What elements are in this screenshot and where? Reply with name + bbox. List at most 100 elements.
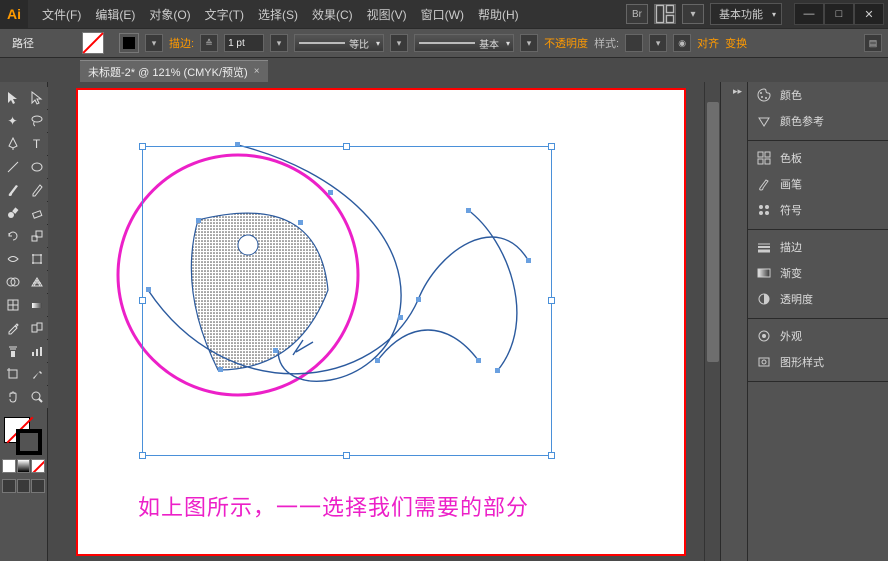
- close-button[interactable]: ✕: [854, 3, 884, 25]
- eraser-tool[interactable]: [25, 202, 48, 224]
- handle-se[interactable]: [548, 452, 555, 459]
- menu-view[interactable]: 视图(V): [361, 2, 413, 27]
- panel-graphic-styles[interactable]: 图形样式: [748, 349, 888, 375]
- arrange-docs-button[interactable]: [654, 4, 676, 24]
- eyedropper-tool[interactable]: [1, 317, 24, 339]
- artboard-tool[interactable]: [1, 363, 24, 385]
- brush-def-menu[interactable]: ▾: [390, 34, 408, 52]
- menu-effect[interactable]: 效果(C): [306, 2, 359, 27]
- perspective-grid-tool[interactable]: [25, 271, 48, 293]
- document-tab-close[interactable]: ×: [254, 66, 260, 77]
- panel-label: 渐变: [780, 265, 802, 281]
- handle-sw[interactable]: [139, 452, 146, 459]
- bridge-button[interactable]: Br: [626, 4, 648, 24]
- handle-ne[interactable]: [548, 143, 555, 150]
- opacity-label[interactable]: 不透明度: [544, 35, 588, 51]
- menu-type[interactable]: 文字(T): [199, 2, 250, 27]
- line-tool[interactable]: [1, 156, 24, 178]
- symbol-sprayer-tool[interactable]: [1, 340, 24, 362]
- control-bar-menu[interactable]: ▤: [864, 34, 882, 52]
- rectangle-tool[interactable]: [25, 156, 48, 178]
- dock-collapse-arrow[interactable]: ▸▸: [733, 86, 742, 97]
- panel-label: 画笔: [780, 176, 802, 192]
- mesh-tool[interactable]: [1, 294, 24, 316]
- scale-tool[interactable]: [25, 225, 48, 247]
- stroke-swatch[interactable]: [119, 33, 139, 53]
- panel-transparency[interactable]: 透明度: [748, 286, 888, 312]
- rotate-tool[interactable]: [1, 225, 24, 247]
- color-mode-solid[interactable]: [2, 459, 16, 473]
- menu-select[interactable]: 选择(S): [252, 2, 304, 27]
- panel-brushes[interactable]: 画笔: [748, 171, 888, 197]
- direct-selection-tool[interactable]: [25, 87, 48, 109]
- align-label[interactable]: 对齐: [697, 35, 719, 51]
- menu-window[interactable]: 窗口(W): [415, 2, 470, 27]
- draw-behind[interactable]: [17, 479, 31, 493]
- draw-normal[interactable]: [2, 479, 16, 493]
- document-tab[interactable]: 未标题-2* @ 121% (CMYK/预览) ×: [80, 60, 268, 82]
- handle-n[interactable]: [343, 143, 350, 150]
- column-graph-tool[interactable]: [25, 340, 48, 362]
- stroke-link-icon[interactable]: ≙: [200, 34, 218, 52]
- brush-dd[interactable]: ▾: [520, 34, 538, 52]
- free-transform-tool[interactable]: [25, 248, 48, 270]
- transform-label[interactable]: 变换: [725, 35, 747, 51]
- color-mode-none[interactable]: [31, 459, 45, 473]
- workspace-switcher[interactable]: 基本功能: [710, 3, 782, 25]
- zoom-tool[interactable]: [25, 386, 48, 408]
- hand-tool[interactable]: [1, 386, 24, 408]
- slice-tool[interactable]: [25, 363, 48, 385]
- canvas[interactable]: 如上图所示，一一选择我们需要的部分: [48, 82, 720, 561]
- style-dd[interactable]: ▾: [649, 34, 667, 52]
- stroke-indicator[interactable]: [16, 429, 42, 455]
- handle-w[interactable]: [139, 297, 146, 304]
- shape-builder-tool[interactable]: [1, 271, 24, 293]
- document-tab-title: 未标题-2* @ 121% (CMYK/预览): [88, 64, 248, 80]
- menu-help[interactable]: 帮助(H): [472, 2, 525, 27]
- panel-stroke[interactable]: 描边: [748, 234, 888, 260]
- panel-color[interactable]: 颜色: [748, 82, 888, 108]
- panel-swatches[interactable]: 色板: [748, 145, 888, 171]
- vertical-scrollbar[interactable]: [704, 82, 720, 561]
- pencil-tool[interactable]: [25, 179, 48, 201]
- fill-stroke-indicator[interactable]: [0, 415, 47, 457]
- stroke-swatch-menu[interactable]: ▾: [145, 34, 163, 52]
- stroke-stepper[interactable]: ▾: [270, 34, 288, 52]
- type-tool[interactable]: T: [25, 133, 48, 155]
- color-mode-gradient[interactable]: [17, 459, 31, 473]
- selection-bounds[interactable]: [142, 146, 552, 456]
- handle-e[interactable]: [548, 297, 555, 304]
- blend-tool[interactable]: [25, 317, 48, 339]
- screen-mode-buttons: [0, 477, 47, 495]
- maximize-button[interactable]: □: [824, 3, 854, 25]
- handle-s[interactable]: [343, 452, 350, 459]
- draw-inside[interactable]: [31, 479, 45, 493]
- blob-brush-tool[interactable]: [1, 202, 24, 224]
- width-tool[interactable]: [1, 248, 24, 270]
- selection-tool[interactable]: [1, 87, 24, 109]
- stroke-weight-input[interactable]: [224, 34, 264, 52]
- scrollbar-thumb[interactable]: [707, 102, 719, 362]
- magic-wand-tool[interactable]: ✦: [1, 110, 24, 132]
- recolor-button[interactable]: ◉: [673, 34, 691, 52]
- stroke-label[interactable]: 描边:: [169, 35, 194, 51]
- panel-color-guide[interactable]: 颜色参考: [748, 108, 888, 134]
- menu-object[interactable]: 对象(O): [143, 2, 196, 27]
- pen-tool[interactable]: [1, 133, 24, 155]
- paintbrush-tool[interactable]: [1, 179, 24, 201]
- search-button[interactable]: ▾: [682, 4, 704, 24]
- menu-edit[interactable]: 编辑(E): [89, 2, 141, 27]
- brush-definition[interactable]: 基本: [414, 34, 514, 52]
- gradient-tool[interactable]: [25, 294, 48, 316]
- menu-file[interactable]: 文件(F): [36, 2, 87, 27]
- fill-swatch[interactable]: [82, 32, 104, 54]
- handle-nw[interactable]: [139, 143, 146, 150]
- lasso-tool[interactable]: [25, 110, 48, 132]
- panel-appearance[interactable]: 外观: [748, 323, 888, 349]
- style-swatch[interactable]: [625, 34, 643, 52]
- panel-symbols[interactable]: 符号: [748, 197, 888, 223]
- minimize-button[interactable]: —: [794, 3, 824, 25]
- collapsed-dock[interactable]: [720, 82, 748, 561]
- variable-width-profile[interactable]: 等比: [294, 34, 384, 52]
- panel-gradient[interactable]: 渐变: [748, 260, 888, 286]
